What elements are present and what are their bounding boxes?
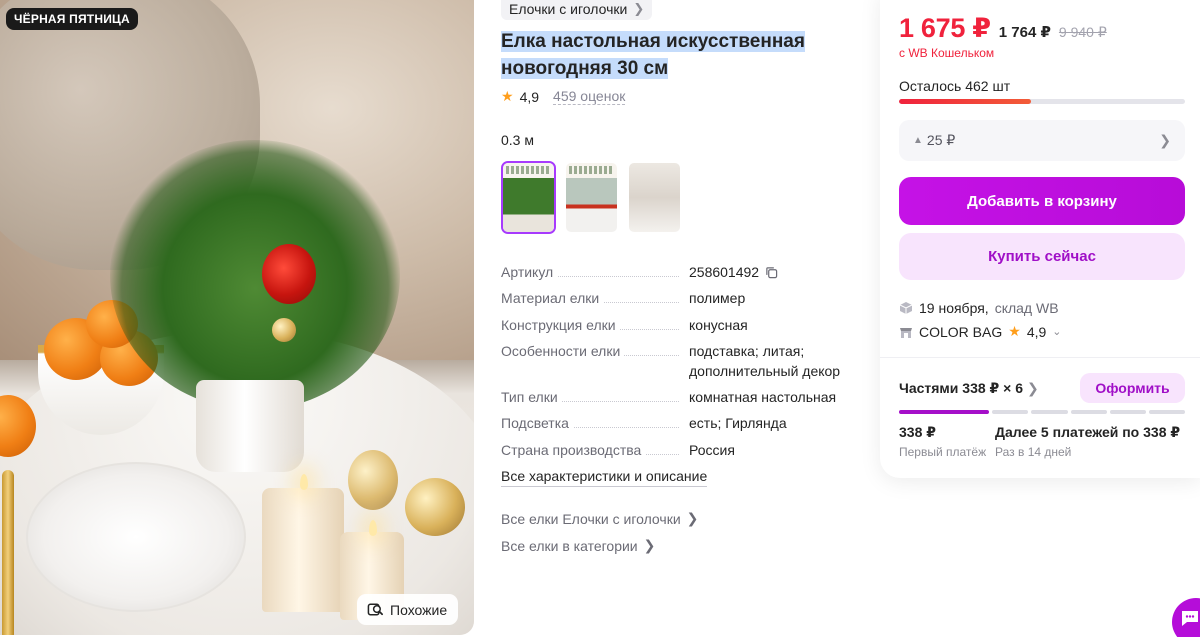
installment-segment [1148, 410, 1186, 414]
chat-button[interactable] [1172, 598, 1200, 637]
box-icon [899, 302, 913, 314]
wallet-note: с WB Кошельком [899, 46, 995, 60]
product-rating: ★ 4,9 459 оценок [501, 88, 626, 105]
chevron-right-icon: ❯ [633, 1, 645, 16]
stock-text: Осталось 462 шт [899, 78, 1011, 94]
wallet-price: 1 675 ₽ [899, 13, 991, 43]
photo-candle [262, 488, 344, 612]
variant-thumbnail[interactable] [501, 161, 556, 234]
installments-progress [899, 410, 1186, 414]
first-payment-value: 338 ₽ [899, 424, 936, 440]
size-label: 0.3 м [501, 132, 534, 148]
delivery-warehouse: склад WB [994, 300, 1059, 316]
photo-ornament [405, 478, 465, 536]
seller-info[interactable]: COLOR BAG ★ 4,9 ⌄ [899, 323, 1062, 340]
photo-ornament [348, 450, 398, 510]
star-icon: ★ [501, 88, 514, 104]
all-characteristics-link[interactable]: Все характеристики и описание [501, 466, 708, 487]
spec-key: Конструкция елки [501, 315, 620, 335]
brand-trees-label: Все елки Елочки с иголочки [501, 510, 681, 527]
add-to-cart-button[interactable]: Добавить в корзину [899, 177, 1185, 225]
spec-key: Особенности елки [501, 341, 625, 361]
chevron-right-icon: ❯ [1159, 132, 1171, 148]
rest-payments: Далее 5 платежей по 338 ₽ Раз в 14 дней [995, 424, 1180, 459]
variant-thumbnail[interactable] [564, 161, 619, 234]
photo-plate [26, 462, 246, 612]
variant-thumbnails [501, 161, 682, 234]
spec-value: конусная [689, 317, 748, 333]
chevron-right-icon: ❯ [643, 537, 656, 553]
photo-pinecone [272, 318, 296, 342]
spec-value: Россия [689, 442, 735, 458]
photo-flame [369, 520, 377, 536]
category-trees-link[interactable]: Все елки в категории ❯ [501, 537, 655, 554]
installment-segment [992, 410, 1029, 414]
seller-rating: 4,9 [1026, 323, 1047, 340]
spec-key: Материал елки [501, 288, 604, 308]
photo-berries [262, 244, 316, 304]
stock-bar [899, 99, 1185, 104]
product-main-photo[interactable]: ЧЁРНАЯ ПЯТНИЦА Похожие [0, 0, 474, 635]
spec-value: полимер [689, 290, 746, 306]
delivery-date: 19 ноября, [919, 300, 989, 316]
regular-price: 1 764 ₽ [998, 24, 1051, 41]
chevron-right-icon: ❯ [1027, 380, 1039, 396]
product-title-text: Елка настольная искусственная новогодняя… [501, 31, 805, 79]
price-row: 1 675 ₽ 1 764 ₽ 9 940 ₽ [899, 13, 1107, 44]
seller-name: COLOR BAG [919, 323, 1003, 340]
search-similar-icon [367, 603, 383, 616]
spec-value: есть; Гирлянда [689, 415, 787, 431]
spec-value: комнатная настольная [689, 389, 837, 405]
product-title: Елка настольная искусственная новогодняя… [501, 28, 861, 82]
variant-thumbnail[interactable] [627, 161, 682, 234]
photo-cutlery [2, 470, 14, 635]
reviews-link[interactable]: 459 оценок [553, 88, 626, 105]
brand-breadcrumb[interactable]: Елочки с иголочки ❯ [501, 0, 653, 20]
spec-key: Подсветка [501, 413, 573, 433]
points-row[interactable]: ▲ 25 ₽ ❯ [899, 120, 1185, 161]
installment-segment [1031, 410, 1068, 414]
star-icon: ★ [1008, 323, 1021, 339]
copy-icon[interactable] [765, 266, 778, 279]
arrow-up-icon: ▲ [913, 135, 923, 146]
photo-tree [110, 140, 400, 410]
installment-segment [1109, 410, 1146, 414]
photo-pot [196, 380, 304, 472]
installment-segment [899, 410, 990, 414]
brand-name: Елочки с иголочки [509, 1, 628, 17]
points-value: 25 ₽ [926, 132, 956, 148]
rest-payments-caption: Раз в 14 дней [995, 445, 1072, 459]
spec-value: подставка; литая; дополнительный декор [689, 343, 841, 379]
spec-value: 258601492 [689, 262, 861, 282]
chevron-down-icon: ⌄ [1052, 326, 1062, 338]
spec-key: Тип елки [501, 387, 562, 407]
arrange-button[interactable]: Оформить [1080, 373, 1185, 403]
card-divider [880, 357, 1200, 358]
category-trees-label: Все елки в категории [501, 537, 638, 554]
old-price: 9 940 ₽ [1058, 24, 1107, 40]
similar-label: Похожие [390, 601, 448, 618]
buy-now-button[interactable]: Купить сейчас [899, 233, 1185, 280]
photo-flame [300, 474, 308, 490]
black-friday-badge: ЧЁРНАЯ ПЯТНИЦА [6, 8, 138, 30]
chat-icon [1182, 611, 1198, 626]
shop-icon [900, 327, 912, 338]
brand-trees-link[interactable]: Все елки Елочки с иголочки ❯ [501, 510, 698, 527]
delivery-info: 19 ноября, склад WB [899, 300, 1059, 316]
spec-key: Артикул [501, 262, 558, 282]
installment-segment [1070, 410, 1107, 414]
stock-bar-fill [899, 99, 1031, 104]
similar-button[interactable]: Похожие [357, 594, 459, 625]
spec-key: Страна производства [501, 440, 646, 460]
first-payment-caption: Первый платёж [899, 445, 987, 459]
first-payment: 338 ₽ Первый платёж [899, 424, 986, 459]
rating-value: 4,9 [519, 88, 540, 105]
chevron-right-icon: ❯ [686, 510, 699, 526]
article-number: 258601492 [689, 264, 760, 280]
rest-payments-value: Далее 5 платежей по 338 ₽ [995, 424, 1181, 440]
installments-label: Частями 338 ₽ × 6 [899, 380, 1024, 396]
installments-title[interactable]: Частями 338 ₽ × 6 ❯ [899, 380, 1039, 397]
